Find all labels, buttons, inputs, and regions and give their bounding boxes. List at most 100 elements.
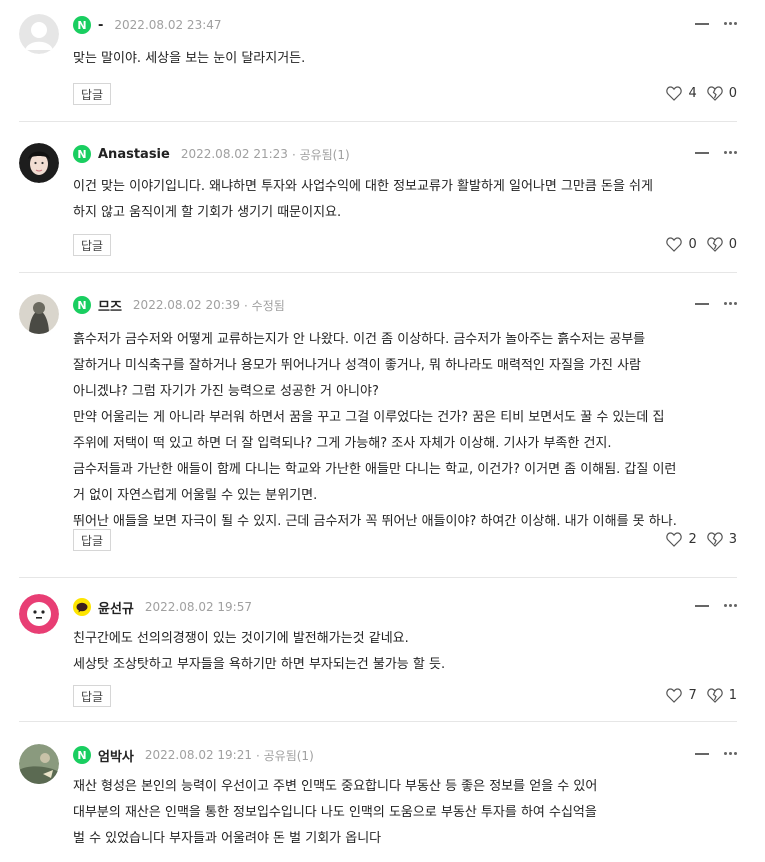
more-dots-icon[interactable]: [724, 752, 737, 755]
comment-line: 금수저들과 가난한 애들이 함께 다니는 학교와 가난한 애들만 다니는 학교,…: [73, 462, 677, 477]
reply-button[interactable]: 답글: [73, 234, 112, 256]
dislike-count: 3: [728, 532, 737, 547]
comment-actions: [695, 752, 737, 755]
like-count: 0: [688, 237, 697, 252]
comment-line: 아니겠냐? 그럼 자기가 가진 능력으로 성공한 거 아니야?: [73, 384, 379, 399]
naver-badge-icon: N: [73, 746, 91, 764]
shared-count[interactable]: · 공유됨(1): [292, 146, 350, 163]
like-count: 7: [688, 688, 697, 703]
like-count: 2: [688, 532, 697, 547]
heart-icon: [666, 688, 683, 703]
dislike-button[interactable]: 0: [707, 237, 737, 252]
comment-meta: N 엄박사 2022.08.02 19:21 · 공유됨(1): [73, 745, 314, 765]
comment-line: 만약 어울리는 게 아니라 부러워 하면서 꿈을 꾸고 그걸 이루었다는 건가?…: [73, 410, 665, 425]
dislike-button[interactable]: 1: [707, 688, 737, 703]
nickname[interactable]: 므즈: [98, 296, 122, 315]
dislike-button[interactable]: 3: [707, 532, 737, 547]
avatar[interactable]: [19, 744, 59, 784]
comment-item: N - 2022.08.02 23:47 맞는 말이야. 세상을 보는 눈이 달…: [19, 0, 737, 122]
comment-line: 재산 형성은 본인의 능력이 우선이고 주변 인맥도 중요합니다 부동산 등 좋…: [73, 779, 598, 794]
vote-buttons: 7 1: [666, 688, 737, 703]
comment-body: 이건 맞는 이야기입니다. 왜냐하면 투자와 사업수익에 대한 정보교류가 활발…: [73, 174, 737, 226]
nickname[interactable]: Anastasie: [98, 147, 170, 162]
comment-line: 세상탓 조상탓하고 부자들을 욕하기만 하면 부자되는건 불가능 할 듯.: [73, 657, 446, 672]
like-button[interactable]: 0: [666, 237, 697, 252]
minus-icon[interactable]: [695, 151, 709, 154]
broken-heart-icon: [707, 688, 723, 703]
comment-meta: N 므즈 2022.08.02 20:39 · 수정됨: [73, 295, 285, 315]
reply-button[interactable]: 답글: [73, 83, 112, 105]
comment-body: 맞는 말이야. 세상을 보는 눈이 달라지거든.: [73, 46, 737, 72]
comment-line: 벌 수 있었습니다 부자들과 어울려야 돈 벌 기회가 옵니다: [73, 831, 382, 846]
nickname[interactable]: 윤선규: [98, 598, 134, 617]
vote-buttons: 4 0: [666, 86, 737, 101]
more-dots-icon[interactable]: [724, 151, 737, 154]
comment-line: 거 없이 자연스럽게 어울릴 수 있는 분위기면.: [73, 488, 318, 503]
comment-line: 이건 맞는 이야기입니다. 왜냐하면 투자와 사업수익에 대한 정보교류가 활발…: [73, 179, 653, 194]
minus-icon[interactable]: [695, 22, 709, 25]
speech-bubble-icon: [73, 598, 91, 616]
minus-icon[interactable]: [695, 752, 709, 755]
comment-body: 재산 형성은 본인의 능력이 우선이고 주변 인맥도 중요합니다 부동산 등 좋…: [73, 774, 737, 852]
comment-item: N 엄박사 2022.08.02 19:21 · 공유됨(1) 재산 형성은 본…: [19, 722, 737, 862]
comment-date: 2022.08.02 20:39: [132, 298, 241, 312]
broken-heart-icon: [707, 237, 723, 252]
minus-icon[interactable]: [695, 302, 709, 305]
dislike-count: 1: [728, 688, 737, 703]
shared-count[interactable]: · 공유됨(1): [256, 747, 314, 764]
dislike-button[interactable]: 0: [707, 86, 737, 101]
comment-date: 2022.08.02 23:47: [114, 18, 222, 32]
nickname[interactable]: 엄박사: [98, 746, 134, 765]
comment-date: 2022.08.02 19:57: [144, 600, 252, 614]
like-count: 4: [688, 86, 697, 101]
reply-button[interactable]: 답글: [73, 685, 112, 707]
comment-item: N Anastasie 2022.08.02 21:23 · 공유됨(1) 이건…: [19, 122, 737, 273]
vote-buttons: 2 3: [666, 532, 737, 547]
comment-line: 흙수저가 금수저와 어떻게 교류하는지가 안 나왔다. 이건 좀 이상하다. 금…: [73, 332, 646, 347]
naver-badge-icon: N: [73, 296, 91, 314]
comment-line: 하지 않고 움직이게 할 기회가 생기기 때문이지요.: [73, 205, 342, 220]
comment-line: 맞는 말이야. 세상을 보는 눈이 달라지거든.: [73, 51, 306, 66]
reply-button[interactable]: 답글: [73, 529, 112, 551]
comment-line: 주위에 저택이 떡 있고 하면 더 잘 입력되나? 그게 가능해? 조사 자체가…: [73, 436, 612, 451]
comment-date: 2022.08.02 19:21: [144, 748, 252, 762]
comment-line: 친구간에도 선의의경쟁이 있는 것이기에 발전해가는것 같네요.: [73, 631, 409, 646]
comment-body: 친구간에도 선의의경쟁이 있는 것이기에 발전해가는것 같네요. 세상탓 조상탓…: [73, 626, 737, 678]
comment-item: 윤선규 2022.08.02 19:57 친구간에도 선의의경쟁이 있는 것이기…: [19, 578, 737, 722]
avatar[interactable]: [19, 594, 59, 634]
comment-line: 잘하거나 미식축구를 잘하거나 용모가 뛰어나거나 성격이 좋거나, 뭐 하나라…: [73, 358, 642, 373]
comment-body: 흙수저가 금수저와 어떻게 교류하는지가 안 나왔다. 이건 좀 이상하다. 금…: [73, 327, 737, 535]
like-button[interactable]: 7: [666, 688, 697, 703]
vote-buttons: 0 0: [666, 237, 737, 252]
naver-badge-icon: N: [73, 145, 91, 163]
more-dots-icon[interactable]: [724, 302, 737, 305]
comment-line: 대부분의 재산은 인맥을 통한 정보입수입니다 나도 인맥의 도움으로 부동산 …: [73, 805, 597, 820]
comment-item: N 므즈 2022.08.02 20:39 · 수정됨 흙수저가 금수저와 어떻…: [19, 273, 737, 578]
avatar[interactable]: [19, 14, 59, 54]
comment-actions: [695, 302, 737, 305]
comment-line: 뛰어난 애들을 보면 자극이 될 수 있지. 근데 금수저가 꼭 뛰어난 애들이…: [73, 514, 677, 529]
comment-meta: N Anastasie 2022.08.02 21:23 · 공유됨(1): [73, 144, 350, 164]
comment-meta: 윤선규 2022.08.02 19:57: [73, 597, 252, 617]
dislike-count: 0: [728, 237, 737, 252]
like-button[interactable]: 4: [666, 86, 697, 101]
like-button[interactable]: 2: [666, 532, 697, 547]
comment-actions: [695, 151, 737, 154]
naver-badge-icon: N: [73, 16, 91, 34]
avatar[interactable]: [19, 143, 59, 183]
comment-list: N - 2022.08.02 23:47 맞는 말이야. 세상을 보는 눈이 달…: [0, 0, 765, 862]
heart-icon: [666, 532, 683, 547]
broken-heart-icon: [707, 532, 723, 547]
avatar[interactable]: [19, 294, 59, 334]
heart-icon: [666, 86, 683, 101]
comment-actions: [695, 604, 737, 607]
comment-actions: [695, 22, 737, 25]
heart-icon: [666, 237, 683, 252]
minus-icon[interactable]: [695, 604, 709, 607]
edited-label: · 수정됨: [244, 298, 285, 313]
more-dots-icon[interactable]: [724, 22, 737, 25]
more-dots-icon[interactable]: [724, 604, 737, 607]
broken-heart-icon: [707, 86, 723, 101]
comment-meta: N - 2022.08.02 23:47: [73, 15, 222, 35]
nickname[interactable]: -: [98, 18, 103, 33]
